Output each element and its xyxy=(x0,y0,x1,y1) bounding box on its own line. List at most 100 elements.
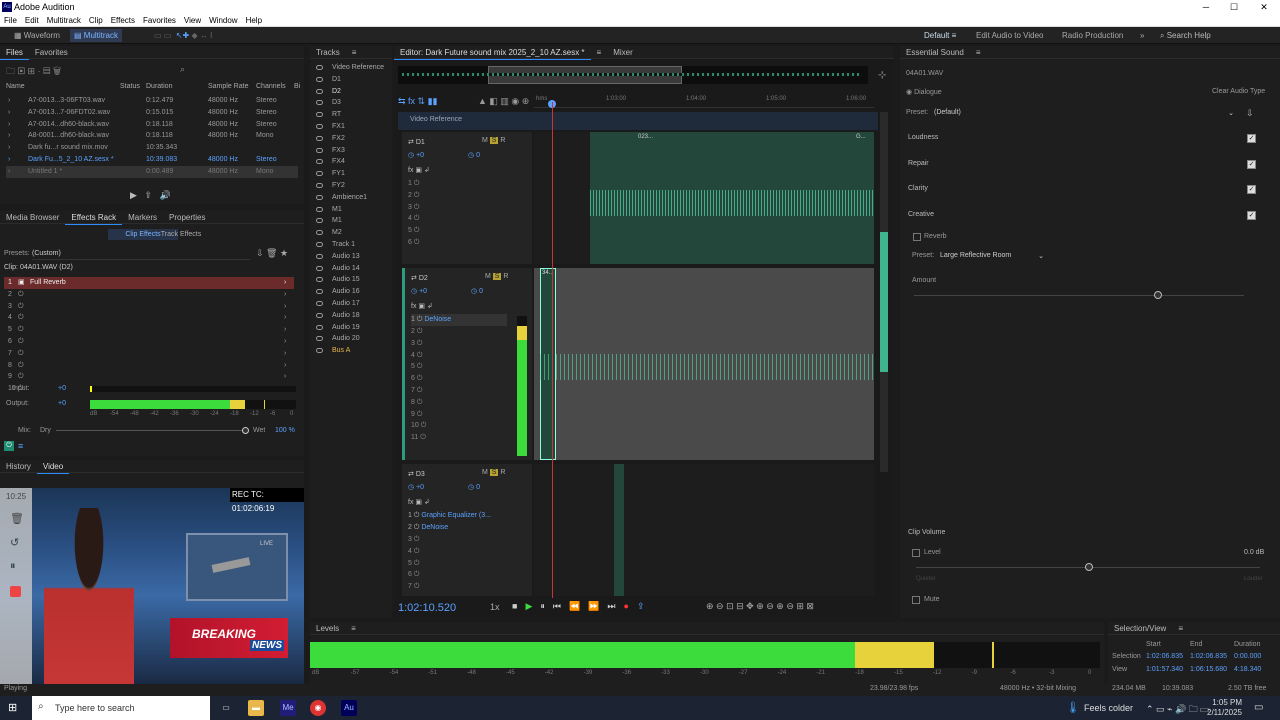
editor-menu-icon[interactable]: ≡ xyxy=(591,46,608,59)
d3-pan[interactable]: ◷ 0 xyxy=(468,483,480,491)
visibility-eye-icon[interactable] xyxy=(316,182,323,188)
tab-editor[interactable]: Editor: Dark Future sound mix 2025_2_10 … xyxy=(394,46,591,60)
tab-media-browser[interactable]: Media Browser xyxy=(0,211,65,224)
weather-icon[interactable]: 🌡 xyxy=(1066,701,1080,714)
notifications-icon[interactable]: ▭ xyxy=(1254,702,1263,713)
pause-icon[interactable]: ⏸ xyxy=(10,560,16,573)
weather-text[interactable]: Feels colder xyxy=(1084,703,1133,713)
track-lane-d3[interactable] xyxy=(534,464,874,596)
tab-properties[interactable]: Properties xyxy=(163,211,211,224)
file-expand-icon[interactable]: › xyxy=(8,166,10,178)
close-button[interactable]: ✕ xyxy=(1250,0,1278,14)
level-value[interactable]: 0.0 dB xyxy=(1244,549,1264,556)
effect-power-icon[interactable]: ⏻ xyxy=(18,371,24,383)
tab-effects-rack[interactable]: Effects Rack xyxy=(65,211,123,225)
tracks-item[interactable]: Ambience1 xyxy=(310,192,392,204)
tracks-item[interactable]: Bus A xyxy=(310,345,392,357)
visibility-eye-icon[interactable] xyxy=(316,324,323,330)
time-ruler[interactable]: hms 1:03:00 1:04:00 1:05:00 1:06:00 xyxy=(534,94,874,108)
selection-menu-icon[interactable]: ≡ xyxy=(1172,622,1189,635)
visibility-eye-icon[interactable] xyxy=(316,159,323,165)
search-help[interactable]: ⌕ Search Help xyxy=(1156,29,1215,42)
visibility-eye-icon[interactable] xyxy=(316,230,323,236)
mix-slider-handle[interactable] xyxy=(242,427,249,434)
essential-section[interactable]: Clarity ✓ xyxy=(906,183,1266,209)
task-view-icon[interactable]: ▭ xyxy=(218,700,234,716)
minimize-button[interactable]: ─ xyxy=(1192,0,1220,14)
view-duration[interactable]: 4:18.340 xyxy=(1234,666,1261,673)
tracks-item[interactable]: Audio 20 xyxy=(310,333,392,345)
go-start-icon[interactable]: ⏮ xyxy=(553,601,561,612)
effect-slot-arrow-icon[interactable]: › xyxy=(284,348,286,360)
tracks-item[interactable]: M1 xyxy=(310,215,392,227)
file-row[interactable]: › A7-0013...3-06FT03.wav 0:12.479 48000 Hz S… xyxy=(6,95,298,107)
save-preset-icon[interactable]: ⇩ xyxy=(1246,108,1254,119)
effect-slot-arrow-icon[interactable]: › xyxy=(284,312,286,324)
playback-speed[interactable]: 1x xyxy=(490,602,500,612)
visibility-eye-icon[interactable] xyxy=(316,336,323,342)
tracks-item[interactable]: FX1 xyxy=(310,121,392,133)
power-toggle-icon[interactable]: ⏻ xyxy=(4,441,14,451)
wet-value[interactable]: 100 % xyxy=(275,425,295,437)
effect-slot-arrow-icon[interactable]: › xyxy=(284,324,286,336)
sel-duration[interactable]: 0:00.000 xyxy=(1234,653,1261,660)
transport-timecode[interactable]: 1:02:10.520 xyxy=(398,602,456,614)
d3-volume[interactable]: ◷ +0 xyxy=(408,483,424,491)
editor-tool-icons-2[interactable]: ▲ ◧ ▥ ◉ ⊕ xyxy=(478,96,529,107)
col-status[interactable]: Status xyxy=(120,81,140,93)
d3-clip[interactable] xyxy=(614,464,624,596)
clock-date[interactable]: 2/11/2025 xyxy=(1200,708,1242,717)
tracks-menu-icon[interactable]: ≡ xyxy=(346,46,363,59)
visibility-eye-icon[interactable] xyxy=(316,348,323,354)
effect-slot-arrow-icon[interactable]: › xyxy=(284,371,286,383)
visibility-eye-icon[interactable] xyxy=(316,289,323,295)
transport-controls[interactable]: ■ ▶ ⏸ ⏮ ⏪ ⏩ ⏭ ● ⇪ xyxy=(508,601,649,612)
stop-icon[interactable]: ■ xyxy=(512,601,517,611)
chrome-icon[interactable]: ◉ xyxy=(310,700,326,716)
visibility-eye-icon[interactable] xyxy=(316,135,323,141)
effect-power-icon[interactable]: ⏻ xyxy=(18,312,24,324)
menu-clip[interactable]: Clip xyxy=(85,14,107,25)
preview-controls[interactable]: ▶ ⇪ 🔊 xyxy=(130,190,171,201)
trash-icon[interactable]: 🗑 xyxy=(10,512,24,525)
d2-volume[interactable]: ◷ +0 xyxy=(411,287,427,295)
multitrack-button[interactable]: ▤ Multitrack xyxy=(70,29,123,42)
essential-section[interactable]: Loudness ✓ xyxy=(906,132,1266,158)
file-expand-icon[interactable]: › xyxy=(8,119,10,131)
tracks-item[interactable]: M2 xyxy=(310,227,392,239)
tab-favorites[interactable]: Favorites xyxy=(29,46,74,59)
more-workspaces-icon[interactable]: » xyxy=(1136,29,1148,42)
visibility-eye-icon[interactable] xyxy=(316,123,323,129)
tracks-item[interactable]: FX3 xyxy=(310,145,392,157)
track-lane-d1[interactable]: 023... G... xyxy=(534,132,874,264)
effect-slot[interactable]: 1 ▣ Full Reverb › xyxy=(4,277,294,289)
overview-waveform[interactable] xyxy=(398,66,868,84)
sel-start[interactable]: 1:02:06.835 xyxy=(1146,653,1183,660)
zoom-controls[interactable]: ⊕ ⊖ ⊡ ⊟ ✥ ⊕ ⊖ ⊕ ⊖ ⊞ ⊠ xyxy=(706,601,814,612)
d2-fx-denoise[interactable]: 1 ⏻ DeNoise xyxy=(411,314,507,326)
essential-section-checkbox[interactable]: ✓ xyxy=(1247,210,1256,220)
effect-slot[interactable]: 5 ⏻ › xyxy=(4,324,294,336)
level-checkbox[interactable] xyxy=(912,549,920,557)
effect-slot-arrow-icon[interactable]: › xyxy=(284,336,286,348)
d1-clip[interactable]: 023... G... xyxy=(590,132,874,264)
tracks-item[interactable]: Audio 17 xyxy=(310,298,392,310)
go-end-icon[interactable]: ⏭ xyxy=(607,601,615,612)
effect-slot[interactable]: 6 ⏻ › xyxy=(4,336,294,348)
visibility-eye-icon[interactable] xyxy=(316,265,323,271)
tracks-item[interactable]: Track 1 xyxy=(310,239,392,251)
visibility-eye-icon[interactable] xyxy=(316,300,323,306)
menu-favorites[interactable]: Favorites xyxy=(139,14,180,25)
record-transport-icon[interactable]: ● xyxy=(624,601,629,611)
visibility-eye-icon[interactable] xyxy=(316,171,323,177)
effect-slot-arrow-icon[interactable]: › xyxy=(284,360,286,372)
essential-section-checkbox[interactable]: ✓ xyxy=(1247,134,1256,143)
workspace-default[interactable]: Default ≡ xyxy=(920,29,960,42)
amount-slider-track[interactable] xyxy=(914,295,1244,296)
file-expand-icon[interactable]: › xyxy=(8,95,10,107)
preset-action-icons[interactable]: ⇩ 🗑 ★ xyxy=(256,248,288,259)
file-expand-icon[interactable]: › xyxy=(8,154,10,166)
dialogue-type[interactable]: ◉ Dialogue xyxy=(906,88,942,96)
maximize-button[interactable]: ☐ xyxy=(1220,0,1248,14)
tab-history[interactable]: History xyxy=(0,460,37,473)
